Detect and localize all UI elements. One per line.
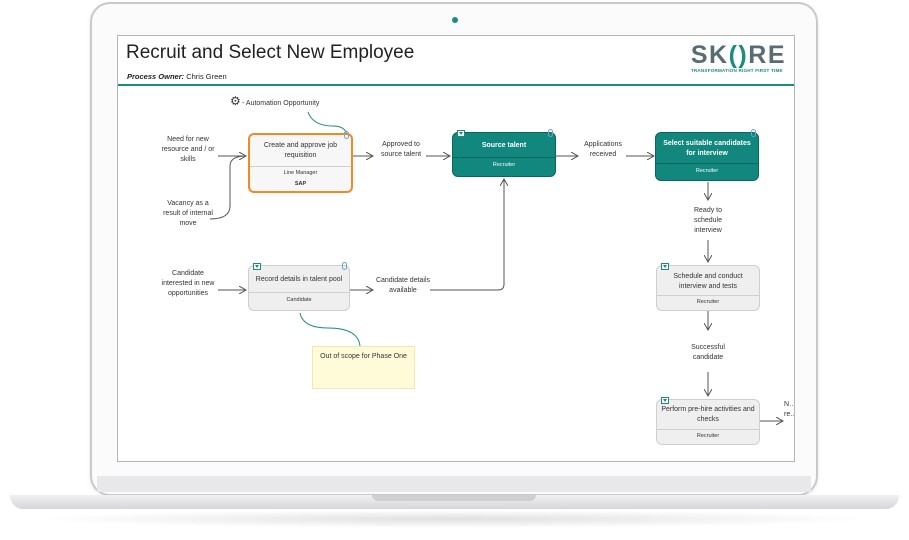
activity-create-requisition[interactable]: Create and approve job requisition Line …: [248, 131, 353, 193]
flow-label-successful: Successful candidate: [691, 344, 725, 361]
scope-callout-line: [299, 312, 361, 347]
attachment-icon[interactable]: [751, 129, 756, 137]
flow-details-to-source: [430, 179, 504, 291]
flow-label-approved: Approved to source talent: [380, 141, 422, 158]
laptop-notch: [372, 495, 536, 501]
flow-label-applications: Applications received: [584, 141, 622, 158]
activity-schedule-interview[interactable]: Schedule and conduct interview and tests…: [656, 263, 760, 311]
camera-dot: [452, 17, 458, 23]
laptop-chin: [97, 476, 811, 492]
activity-record-talent-pool[interactable]: Record details in talent pool Candidate: [248, 262, 350, 311]
process-map-screen: Recruit and Select New Employee Process …: [117, 35, 795, 462]
input-vacancy-internal: Vacancy as a result of internal move: [163, 200, 213, 227]
input-need-new-resource: Need for new resource and / or skills: [161, 136, 215, 163]
activity-pre-hire[interactable]: Perform pre-hire activities and checks R…: [656, 397, 760, 445]
activity-select-candidates[interactable]: Select suitable candidates for interview…: [655, 129, 759, 181]
expand-icon[interactable]: [457, 130, 465, 137]
gears-icon: ⚙: [230, 94, 241, 108]
laptop-shadow: [30, 510, 879, 528]
flow-label-ready: Ready to schedule interview: [693, 207, 723, 234]
flow-label-cut-off: N… re…: [784, 401, 795, 418]
activity-source-talent[interactable]: Source talent Recruiter: [452, 129, 556, 177]
note-out-of-scope: Out of scope for Phase One: [312, 346, 415, 389]
attachment-icon[interactable]: [548, 129, 553, 137]
expand-icon[interactable]: [661, 397, 669, 404]
attachment-icon[interactable]: [342, 262, 347, 270]
input-candidate-interested: Candidate interested in new opportunitie…: [161, 270, 215, 297]
expand-icon[interactable]: [253, 263, 261, 270]
attachment-icon[interactable]: [344, 131, 349, 139]
flow-label-candidate-details: Candidate details available: [375, 277, 431, 294]
expand-icon[interactable]: [661, 263, 669, 270]
automation-legend-text: - Automation Opportunity: [242, 100, 320, 107]
flow-connectors: [209, 111, 794, 461]
